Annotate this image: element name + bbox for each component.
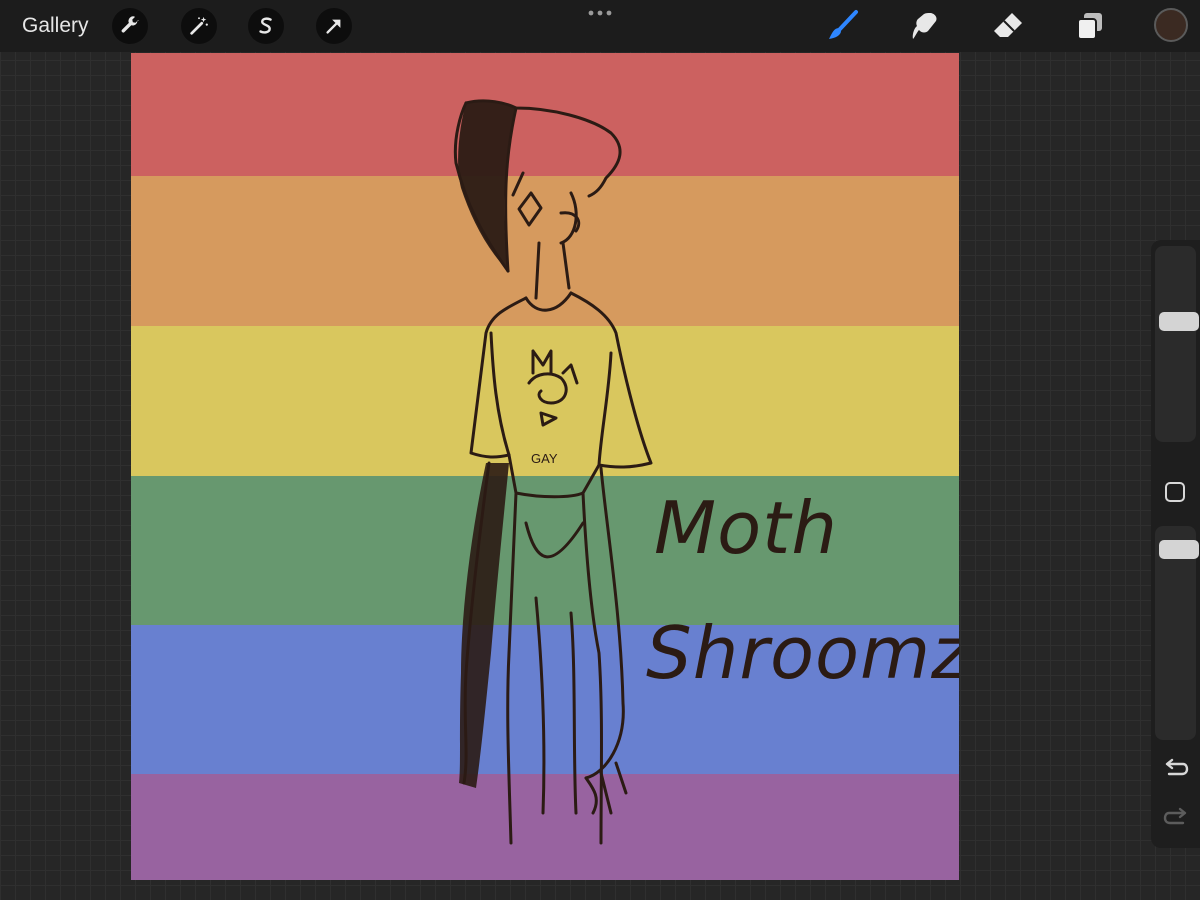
smudge-tool[interactable] (907, 9, 943, 43)
undo-icon[interactable] (1163, 758, 1189, 780)
brush-size-thumb[interactable] (1159, 312, 1199, 331)
title-line-2: Shroomz (646, 611, 959, 695)
character-sketch: GAY (453, 99, 653, 845)
layers-icon (1077, 13, 1102, 40)
adjustments-button[interactable] (181, 8, 217, 44)
brush-icon (829, 10, 858, 39)
selection-icon (259, 17, 272, 34)
more-options-button[interactable] (584, 4, 616, 22)
shirt-text: GAY (531, 451, 558, 466)
smudge-icon (912, 13, 937, 39)
right-sidebar (1151, 240, 1200, 848)
drawing-canvas[interactable]: GAY Moth Shroomz (131, 53, 959, 880)
brush-size-slider[interactable] (1155, 246, 1199, 442)
color-picker-swatch[interactable] (1154, 8, 1188, 42)
wrench-icon (121, 16, 139, 33)
transform-button[interactable] (316, 8, 352, 44)
ellipsis-icon (588, 10, 612, 16)
redo-icon[interactable] (1163, 807, 1189, 829)
top-toolbar: Gallery (0, 0, 1200, 52)
transform-arrow-icon (326, 19, 341, 34)
title-line-1: Moth (654, 486, 839, 570)
gallery-button[interactable]: Gallery (22, 13, 89, 39)
eraser-tool[interactable] (990, 9, 1026, 43)
paint-brush-tool[interactable] (825, 9, 861, 43)
magic-wand-icon (190, 16, 208, 35)
opacity-thumb[interactable] (1159, 540, 1199, 559)
opacity-slider[interactable] (1155, 526, 1199, 740)
layers-button[interactable] (1072, 9, 1108, 43)
eraser-icon (994, 13, 1022, 37)
modify-button[interactable] (1165, 482, 1185, 502)
actions-wrench-button[interactable] (112, 8, 148, 44)
selection-button[interactable] (248, 8, 284, 44)
